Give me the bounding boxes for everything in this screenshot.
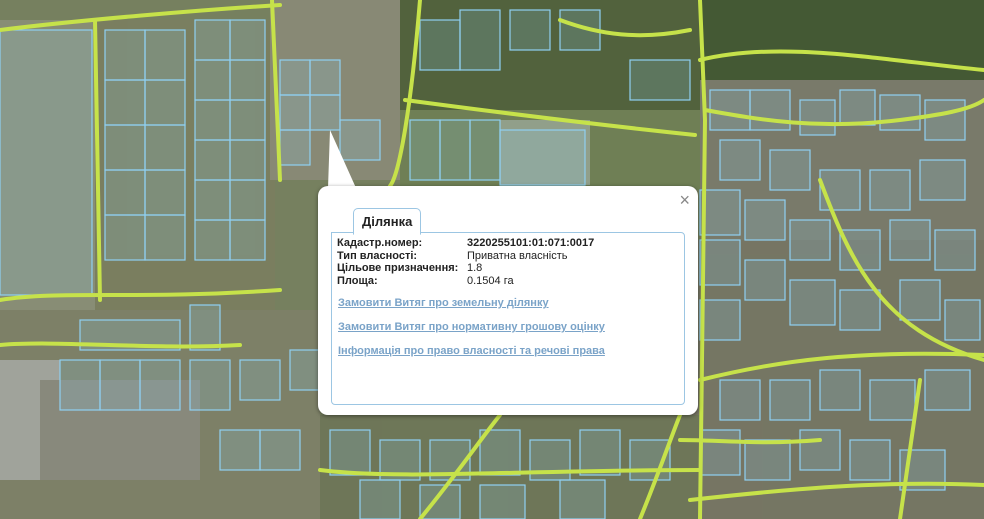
- attr-label: Цільове призначення:: [337, 262, 459, 274]
- attr-row: Цільове призначення: 1.8: [337, 262, 600, 275]
- purpose-value: 1.8: [467, 262, 483, 274]
- parcel-info-popup: × Ділянка Кадастр.номер: 3220255101:01:0…: [318, 186, 698, 415]
- ownership-type-value: Приватна власність: [467, 249, 568, 262]
- area-value: 0.1504 га: [467, 274, 514, 287]
- close-icon[interactable]: ×: [679, 190, 690, 210]
- tab-parcel[interactable]: Ділянка: [353, 208, 422, 235]
- attr-row: Кадастр.номер: 3220255101:01:071:0017: [337, 237, 600, 250]
- order-parcel-extract-link[interactable]: Замовити Витяг про земельну ділянку: [338, 297, 549, 309]
- attr-label: Кадастр.номер:: [337, 237, 423, 249]
- attr-label: Площа:: [337, 274, 378, 287]
- order-valuation-extract-link[interactable]: Замовити Витяг про нормативну грошову оц…: [338, 321, 605, 333]
- cadastral-number-value: 3220255101:01:071:0017: [467, 237, 595, 249]
- popup-tabs: Ділянка: [353, 207, 422, 235]
- attr-label: Тип власності:: [337, 249, 418, 262]
- tab-panel: Кадастр.номер: 3220255101:01:071:0017 Ти…: [331, 232, 685, 405]
- attr-row: Площа: 0.1504 га: [337, 275, 600, 288]
- parcel-attributes: Кадастр.номер: 3220255101:01:071:0017 Ти…: [337, 237, 600, 287]
- attr-row: Тип власності: Приватна власність: [337, 250, 600, 263]
- ownership-rights-info-link[interactable]: Інформація про право власності та речові…: [338, 345, 605, 357]
